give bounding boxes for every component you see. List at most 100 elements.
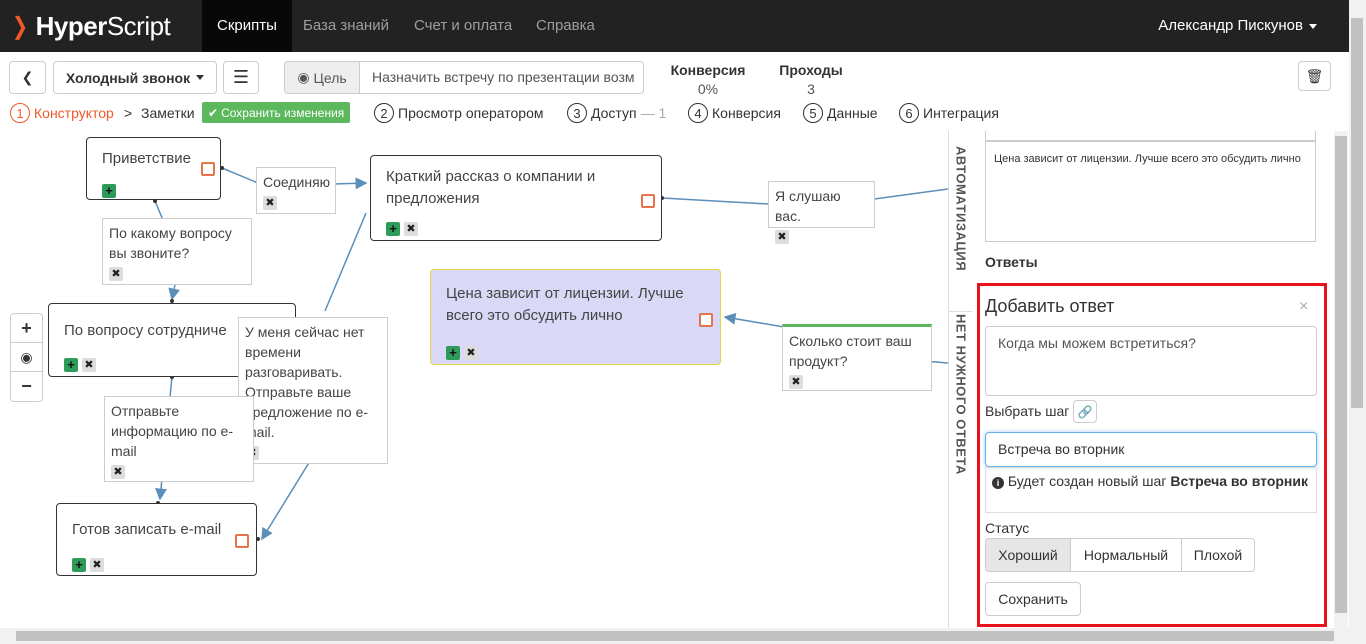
node-email[interactable]: Готов записать e-mail + ✖ <box>56 503 257 576</box>
nav-tab-billing[interactable]: Счет и оплата <box>399 0 527 52</box>
edge <box>324 212 367 312</box>
answers-title: Ответы <box>985 254 1038 270</box>
access-count: — 1 <box>640 105 667 121</box>
close-icon[interactable]: × <box>1299 298 1308 316</box>
answer-question[interactable]: По какому вопросу вы звоните? ✖ <box>102 218 252 285</box>
scroll-thumb[interactable] <box>16 631 1334 641</box>
panel-toolbar-stub <box>985 131 1316 141</box>
answer-text: Сколько стоит ваш продукт? <box>789 333 912 369</box>
save-changes-label: Сохранить изменения <box>221 105 345 120</box>
step-constructor[interactable]: 1 Конструктор <box>10 102 114 124</box>
logo-chevron-icon: ❯ <box>11 12 28 40</box>
close-icon[interactable]: ✖ <box>404 222 418 237</box>
close-icon[interactable]: ✖ <box>464 346 478 361</box>
new-step-input[interactable]: Встреча во вторник <box>985 432 1317 467</box>
answer-text: Я слушаю вас. <box>775 188 841 224</box>
step-number: 3 <box>567 103 587 123</box>
node-greeting[interactable]: Приветствие + <box>86 137 221 200</box>
step-integration[interactable]: 6 Интеграция <box>899 102 999 124</box>
zoom-in-button[interactable]: + <box>11 314 42 343</box>
answer-connect[interactable]: Соединяю ✖ <box>256 167 336 214</box>
link-icon: 🔗 <box>1077 404 1093 419</box>
info-step-name: Встреча во вторник <box>1170 473 1309 489</box>
notes-link[interactable]: Заметки <box>141 102 195 124</box>
answer-howmuch[interactable]: Сколько стоит ваш продукт? ✖ <box>782 324 932 391</box>
answer-busy[interactable]: У меня сейчас нет времени разговаривать.… <box>238 317 388 464</box>
goal-group: ◉ Цель Назначить встречу по презентации в… <box>284 61 644 94</box>
vertical-scrollbar[interactable] <box>1349 0 1366 644</box>
step-label: Конструктор <box>34 105 114 121</box>
horizontal-scrollbar[interactable] <box>0 628 1349 644</box>
add-icon[interactable]: + <box>446 346 460 361</box>
link-step-button[interactable]: 🔗 <box>1073 400 1097 423</box>
flow-canvas[interactable]: Приветствие + Краткий рассказ о компании… <box>0 131 948 628</box>
zoom-out-button[interactable]: − <box>11 372 42 401</box>
zoom-reset-button[interactable]: ◉ <box>11 343 42 372</box>
status-label: Статус <box>985 520 1030 536</box>
scroll-thumb[interactable] <box>1351 18 1363 408</box>
delete-button[interactable]: 🗑 <box>1298 61 1331 91</box>
answer-sendinfo[interactable]: Отправьте информацию по e-mail ✖ <box>104 396 254 482</box>
brand-logo[interactable]: ❯ Hyper Script <box>10 9 171 43</box>
user-menu[interactable]: Александр Пискунов <box>1158 0 1317 52</box>
node-title: Готов записать e-mail <box>72 521 222 538</box>
add-icon[interactable]: + <box>386 222 400 237</box>
connect-handle[interactable] <box>201 162 215 176</box>
scroll-thumb[interactable] <box>1335 136 1347 613</box>
close-icon[interactable]: ✖ <box>111 465 125 480</box>
save-changes-button[interactable]: ✔ Сохранить изменения <box>202 102 351 123</box>
nav-tab-help[interactable]: Справка <box>521 0 610 52</box>
script-select[interactable]: Холодный звонок <box>53 61 217 94</box>
step-conversion[interactable]: 4 Конверсия <box>688 102 781 124</box>
step-text-editor[interactable]: Цена зависит от лицензии. Лучше всего эт… <box>985 141 1316 242</box>
answer-listen[interactable]: Я слушаю вас. ✖ <box>768 181 875 245</box>
close-icon[interactable]: ✖ <box>789 375 803 390</box>
step-number: 2 <box>374 103 394 123</box>
add-icon[interactable]: + <box>72 558 86 573</box>
back-button[interactable]: ❮ <box>9 61 46 94</box>
nav-tab-scripts[interactable]: Скрипты <box>202 0 292 52</box>
goal-addon: ◉ Цель <box>284 61 360 94</box>
add-icon[interactable]: + <box>64 358 78 373</box>
node-story[interactable]: Краткий рассказ о компании и предложения… <box>370 155 662 241</box>
top-navbar: ❯ Hyper Script Скрипты База знаний Счет и… <box>0 0 1349 52</box>
status-bad-button[interactable]: Плохой <box>1181 538 1255 572</box>
passes-value: 3 <box>807 81 815 97</box>
step-label: Интеграция <box>923 105 999 121</box>
answer-textarea[interactable]: Когда мы можем встретиться? <box>985 326 1317 396</box>
chevron-left-icon: ❮ <box>21 69 34 85</box>
close-icon[interactable]: ✖ <box>109 267 123 282</box>
connect-handle[interactable] <box>699 313 713 327</box>
node-price[interactable]: Цена зависит от лицензии. Лучше всего эт… <box>430 269 721 365</box>
connect-handle[interactable] <box>235 534 249 548</box>
conversion-stat: Конверсия 0% <box>668 62 748 97</box>
nav-tab-knowledge[interactable]: База знаний <box>288 0 404 52</box>
close-icon[interactable]: ✖ <box>90 558 104 573</box>
breadcrumb-sep: > <box>124 105 133 121</box>
close-icon[interactable]: ✖ <box>775 230 789 245</box>
tab-automation[interactable]: АВТОМАТИЗАЦИЯ <box>949 141 973 276</box>
choose-step-label: Выбрать шаг <box>985 403 1070 419</box>
close-icon[interactable]: ✖ <box>263 196 277 211</box>
goal-input[interactable]: Назначить встречу по презентации возм <box>360 61 644 94</box>
status-normal-button[interactable]: Нормальный <box>1070 538 1182 572</box>
step-label: Конверсия <box>712 105 781 121</box>
info-icon: i <box>992 477 1004 489</box>
zoom-controls: + ◉ − <box>10 313 43 402</box>
menu-button[interactable]: ☰ <box>223 61 259 94</box>
add-icon[interactable]: + <box>102 184 116 199</box>
step-number: 5 <box>803 103 823 123</box>
status-good-button[interactable]: Хороший <box>985 538 1071 572</box>
tab-no-answer[interactable]: НЕТ НУЖНОГО ОТВЕТА <box>949 311 973 476</box>
step-access[interactable]: 3 Доступ — 1 <box>567 102 666 124</box>
step-preview[interactable]: 2 Просмотр оператором <box>374 102 543 124</box>
step-number: 6 <box>899 103 919 123</box>
brand-light: Script <box>106 10 171 41</box>
connect-handle[interactable] <box>641 194 655 208</box>
target-icon: ◉ <box>20 348 33 365</box>
step-data[interactable]: 5 Данные <box>803 102 878 124</box>
save-answer-button[interactable]: Сохранить <box>985 582 1081 616</box>
panel-scrollbar[interactable] <box>1334 131 1348 628</box>
edge <box>221 167 259 184</box>
close-icon[interactable]: ✖ <box>82 358 96 373</box>
